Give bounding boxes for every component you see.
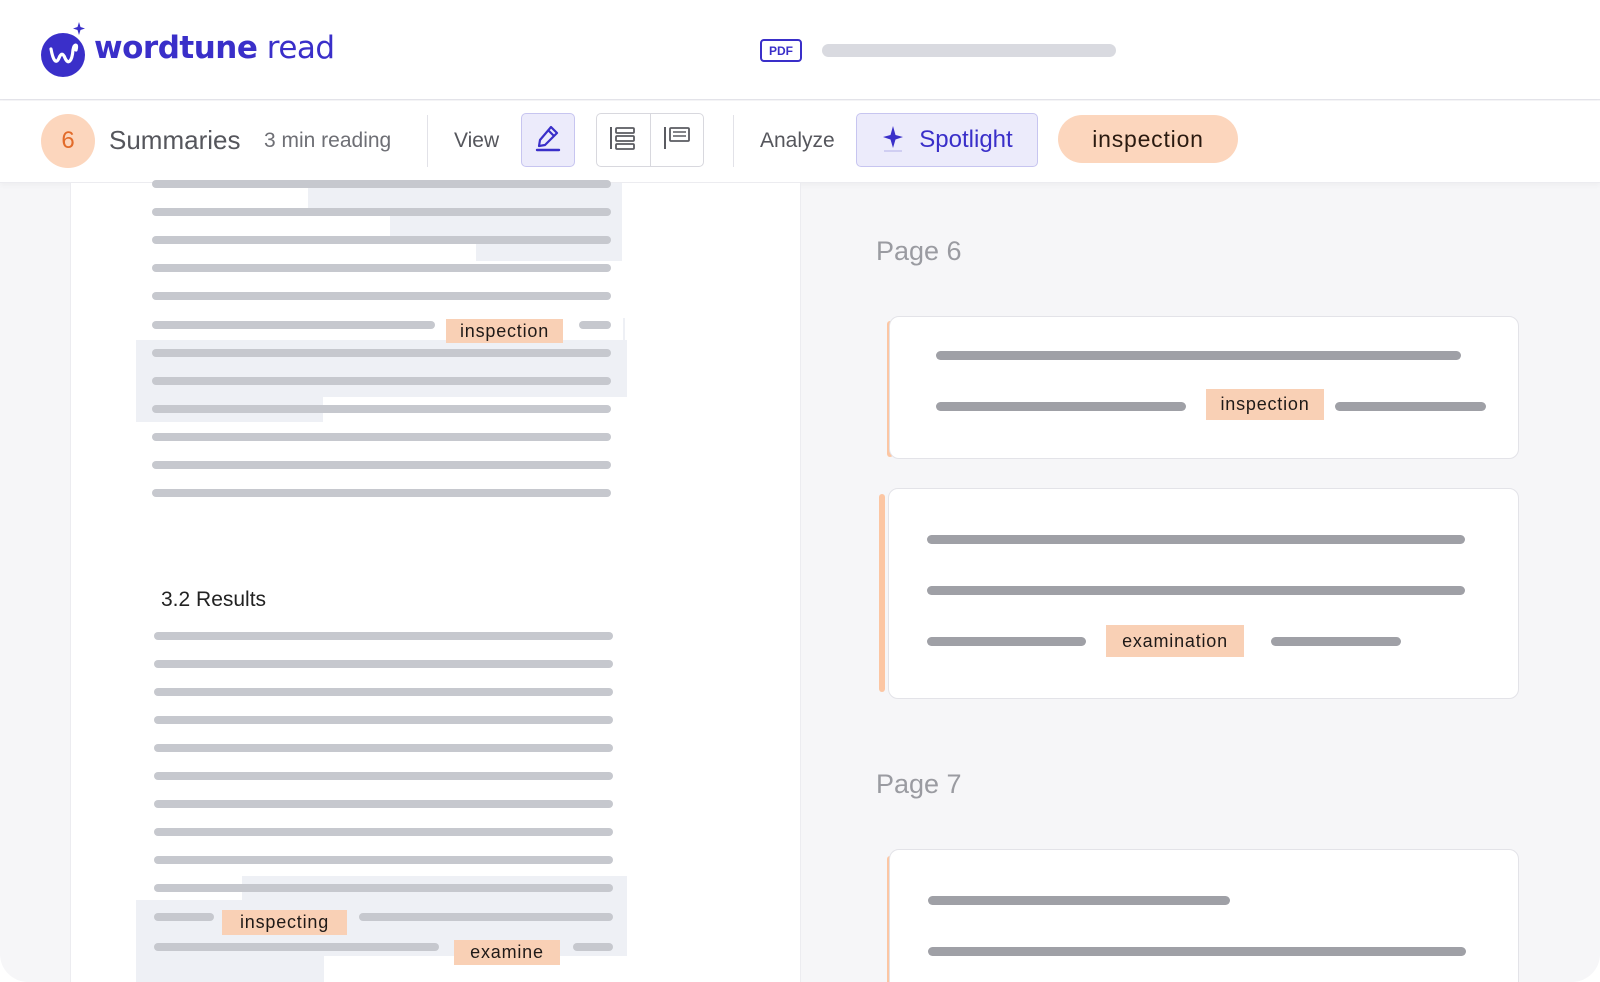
text-line	[152, 461, 611, 469]
top-header: wordtune read PDF	[0, 0, 1600, 100]
logo-brand-bold: wordtune	[94, 30, 258, 66]
text-line	[154, 716, 613, 724]
spotlight-button[interactable]: Spotlight	[856, 113, 1038, 167]
spotlight-keyword-pill[interactable]: inspection	[1058, 115, 1238, 163]
text-line	[152, 236, 611, 244]
document-layout-icon	[663, 125, 691, 156]
sparkle-icon	[881, 124, 905, 157]
summary-card[interactable]: examination	[888, 488, 1519, 699]
card-accent	[879, 494, 885, 692]
page-label: Page 7	[876, 769, 962, 799]
spotlight-label: Spotlight	[919, 126, 1013, 153]
layout-document-button[interactable]	[649, 114, 703, 166]
toolbar: 6 Summaries 3 min reading View Analyze S…	[0, 101, 1600, 183]
toolbar-divider	[427, 115, 428, 167]
keyword-highlight[interactable]: inspection	[1206, 389, 1324, 420]
summary-line	[927, 637, 1086, 646]
text-line	[154, 800, 613, 808]
text-line	[154, 913, 214, 921]
text-line	[152, 321, 435, 329]
wordtune-logo[interactable]: wordtune read	[40, 20, 335, 77]
summary-line	[1271, 637, 1401, 646]
summary-line	[936, 402, 1186, 411]
text-line	[152, 405, 611, 413]
pen-icon	[535, 124, 561, 157]
highlight-region	[136, 956, 324, 982]
list-layout-icon	[609, 125, 637, 156]
wordtune-logo-text: wordtune read	[94, 30, 335, 66]
text-line	[154, 744, 613, 752]
summary-line	[1335, 402, 1486, 411]
text-line	[152, 433, 611, 441]
summary-line	[927, 586, 1465, 595]
layout-list-button[interactable]	[597, 114, 650, 166]
summary-line	[928, 947, 1466, 956]
text-line	[154, 660, 613, 668]
text-line	[152, 180, 611, 188]
text-line	[152, 208, 611, 216]
text-line	[152, 264, 611, 272]
section-heading: 3.2 Results	[161, 588, 267, 611]
logo-brand-light: read	[257, 30, 335, 66]
toolbar-divider	[733, 115, 734, 167]
keyword-highlight[interactable]: examine	[454, 940, 560, 965]
summary-count-badge: 6	[41, 114, 95, 168]
text-line	[154, 884, 613, 892]
summary-card[interactable]	[889, 849, 1519, 982]
text-line	[152, 292, 611, 300]
text-line	[359, 913, 613, 921]
text-line	[154, 772, 613, 780]
keyword-highlight[interactable]: examination	[1106, 625, 1244, 657]
text-line	[579, 321, 611, 329]
summary-line	[927, 535, 1465, 544]
text-line	[152, 489, 611, 497]
text-line	[154, 632, 613, 640]
text-line	[152, 377, 611, 385]
document-panel: inspection 3.2 Results inspecting examin…	[70, 180, 801, 982]
app-window: wordtune read PDF 6 Summaries 3 min read…	[0, 0, 1600, 982]
keyword-highlight[interactable]: inspecting	[222, 910, 347, 935]
text-line	[573, 943, 613, 951]
summaries-label: Summaries	[109, 125, 241, 155]
document-title-placeholder	[822, 44, 1116, 57]
summary-card[interactable]: inspection	[889, 316, 1519, 459]
highlight-view-button[interactable]	[521, 113, 575, 167]
view-label: View	[454, 129, 500, 152]
text-line	[152, 349, 611, 357]
summary-line	[936, 351, 1461, 360]
reading-time: 3 min reading	[264, 129, 392, 152]
keyword-highlight[interactable]: inspection	[446, 319, 563, 343]
text-line	[154, 688, 613, 696]
text-line	[154, 943, 439, 951]
wordtune-logo-icon	[40, 20, 88, 77]
analyze-label: Analyze	[760, 129, 835, 152]
layout-toggle-group	[596, 113, 704, 167]
page-label: Page 6	[876, 236, 962, 266]
summary-line	[928, 896, 1230, 905]
pdf-file-badge: PDF	[760, 39, 802, 62]
highlight-region	[623, 318, 625, 340]
text-line	[154, 856, 613, 864]
text-line	[154, 828, 613, 836]
